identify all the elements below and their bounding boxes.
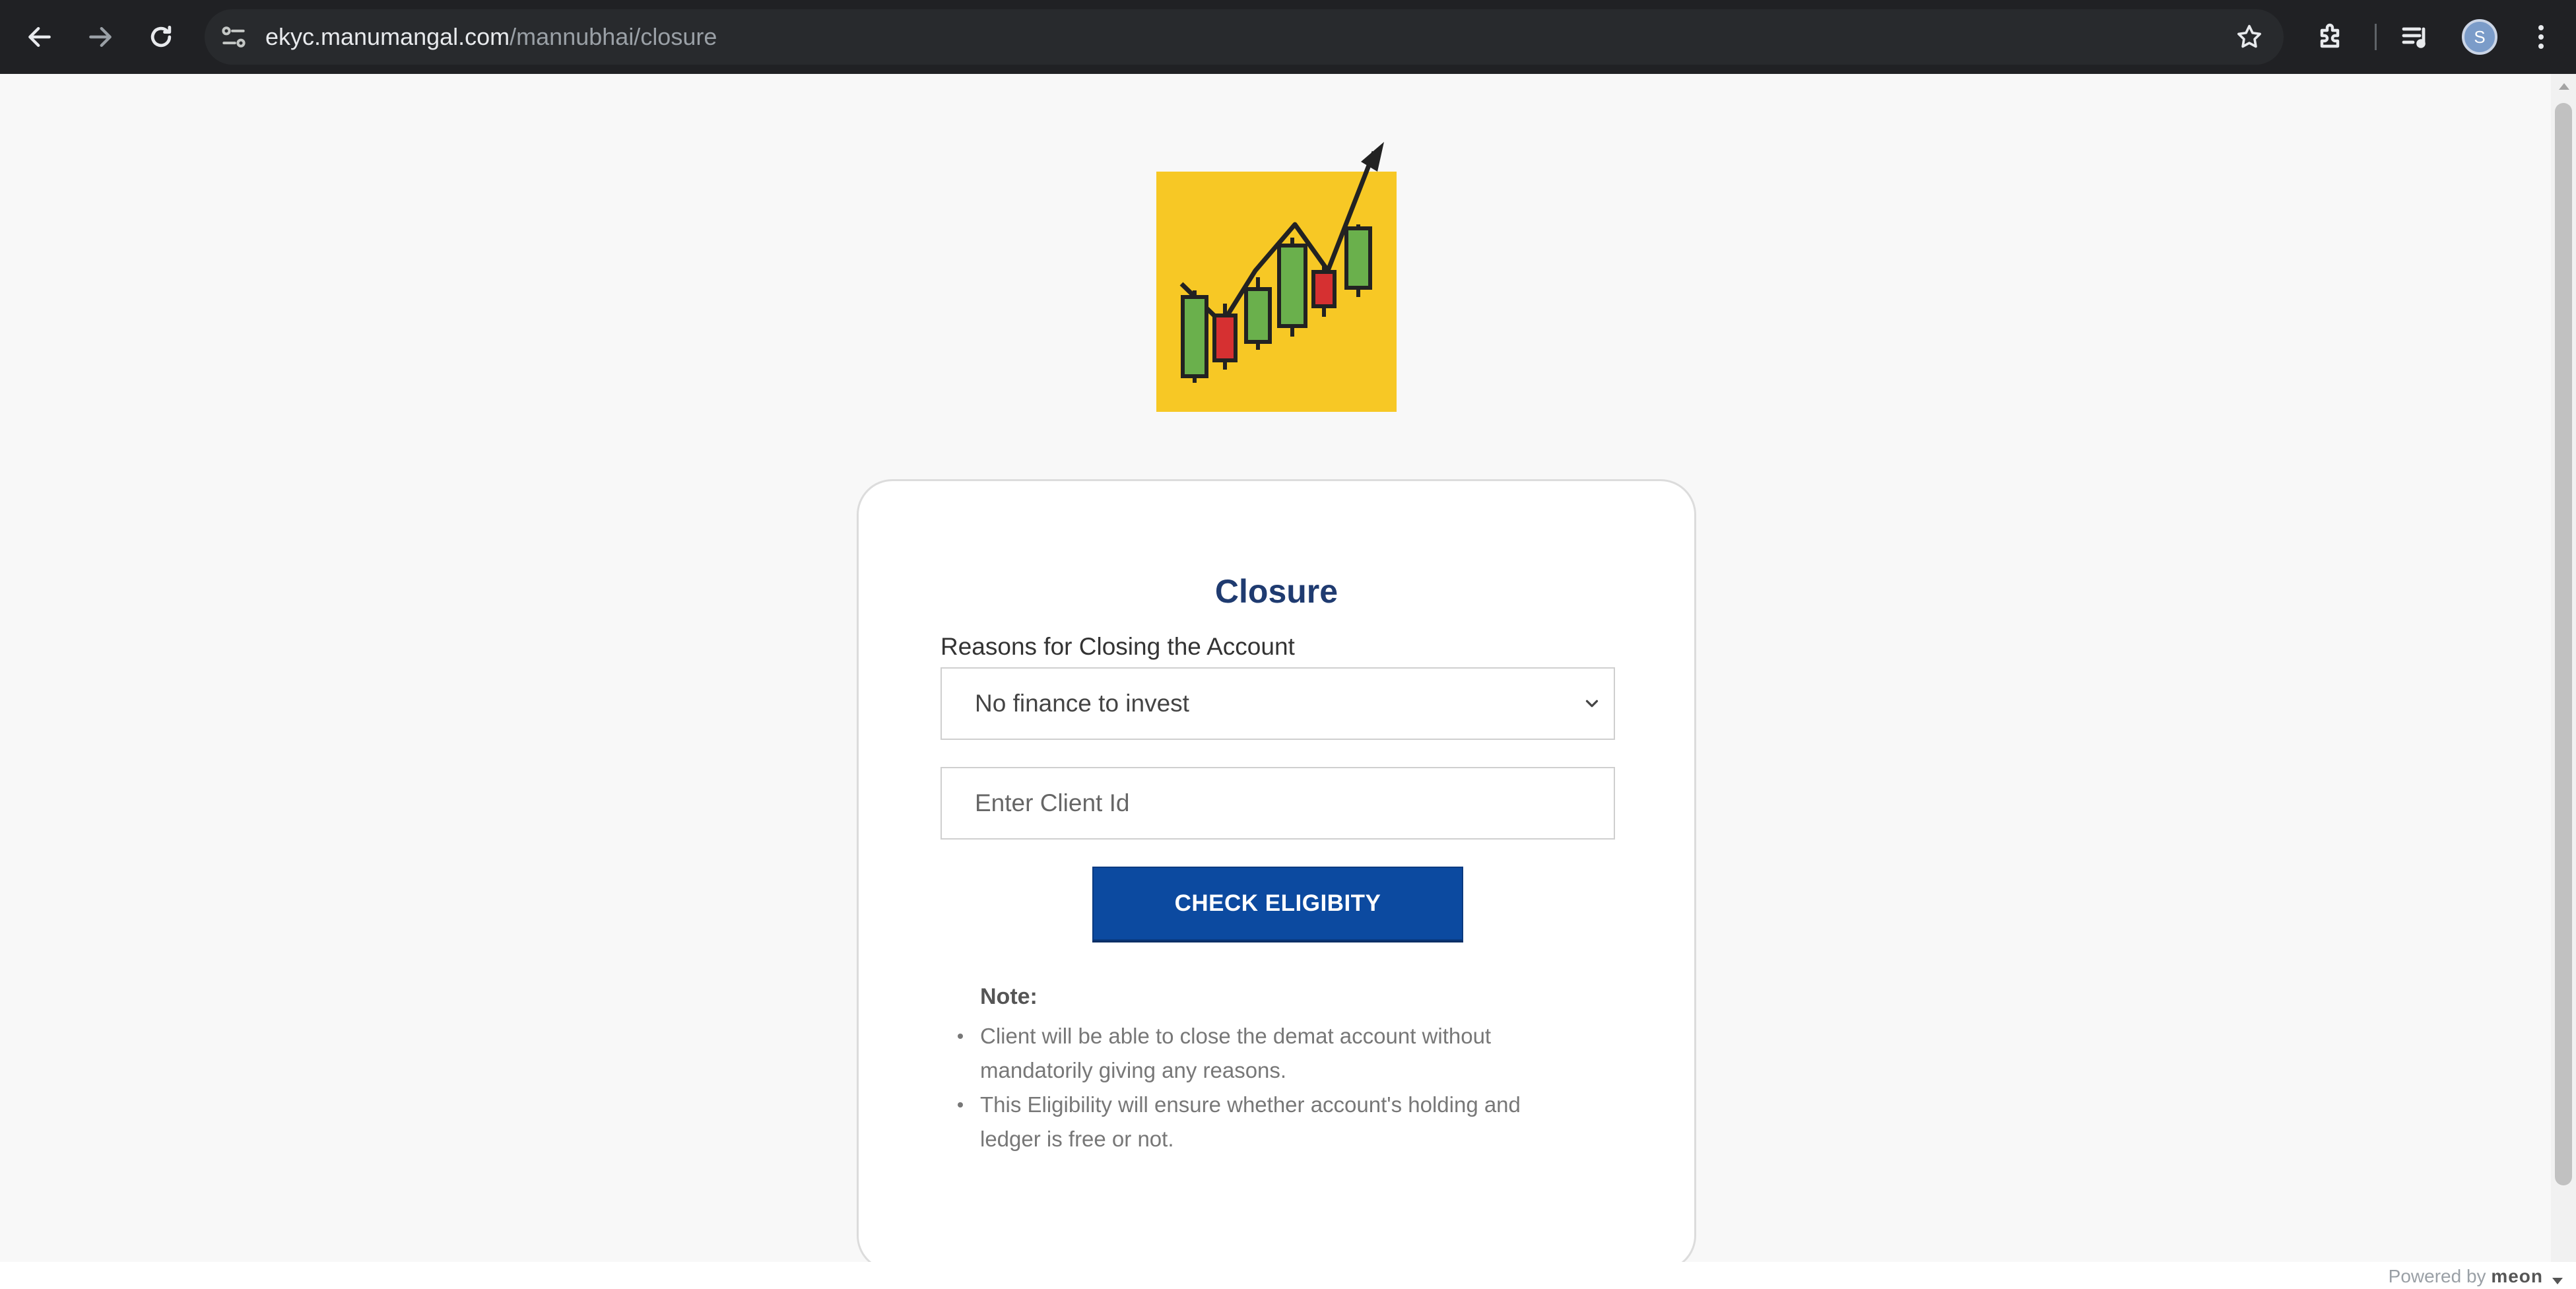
page-scrollbar[interactable] <box>2551 74 2576 1262</box>
powered-by: Powered by meon <box>2389 1266 2543 1287</box>
arrow-left-icon <box>28 26 51 48</box>
check-eligibility-button[interactable]: CHECK ELIGIBITY <box>1092 867 1463 941</box>
forward-button[interactable] <box>79 16 121 58</box>
reload-icon <box>150 25 172 48</box>
candlestick-logo-graphic <box>1179 142 1384 383</box>
list-item: This Eligibility will ensure whether acc… <box>958 1088 1614 1156</box>
note-title: Note: <box>980 984 1038 1009</box>
scroll-up-arrow[interactable] <box>2559 83 2569 90</box>
bullet-dot <box>958 1034 963 1039</box>
puzzle-icon[interactable] <box>2315 21 2347 53</box>
profile-initial: S <box>2474 26 2486 47</box>
back-button[interactable] <box>18 16 61 58</box>
reason-label: Reasons for Closing the Account <box>941 633 1295 660</box>
closure-card: Closure Reasons for Closing the Account … <box>857 479 1696 1271</box>
client-id-input[interactable] <box>941 767 1615 840</box>
list-item: Client will be able to close the demat a… <box>958 1019 1614 1088</box>
toolbar-divider <box>2375 24 2377 50</box>
address-bar[interactable]: ekyc.manumangal.com/mannubhai/closure <box>205 9 2284 65</box>
note-line: mandatorily giving any reasons. <box>980 1058 1287 1082</box>
bottom-strip <box>0 1262 2576 1289</box>
browser-toolbar: ekyc.manumangal.com/mannubhai/closure S <box>0 0 2576 74</box>
reason-select[interactable]: No finance to invest <box>941 667 1615 740</box>
page-title: Closure <box>1214 573 1338 610</box>
note-section: Note: Client will be able to close the d… <box>958 984 1614 1156</box>
powered-brand: meon <box>2491 1266 2543 1286</box>
candlestick-chart-logo <box>1156 142 1397 412</box>
scroll-thumb[interactable] <box>2555 103 2572 1185</box>
note-line: ledger is free or not. <box>980 1127 1174 1151</box>
profile-avatar[interactable]: S <box>2462 19 2497 55</box>
more-vert-icon[interactable] <box>2525 21 2557 53</box>
reload-button[interactable] <box>140 16 182 58</box>
caret-down-icon[interactable] <box>2552 1278 2563 1284</box>
bullet-dot <box>958 1102 963 1107</box>
queue-music-icon[interactable] <box>2400 21 2431 53</box>
star-icon[interactable] <box>2235 22 2264 51</box>
chevron-down-icon <box>1585 700 1599 708</box>
reason-selected-value: No finance to invest <box>975 690 1189 717</box>
powered-prefix: Powered by <box>2388 1266 2486 1286</box>
note-line: Client will be able to close the demat a… <box>980 1024 1492 1048</box>
note-line: This Eligibility will ensure whether acc… <box>980 1092 1521 1117</box>
note-list: Client will be able to close the demat a… <box>958 1019 1614 1156</box>
url-path: /mannubhai/closure <box>510 23 717 50</box>
arrow-right-icon <box>89 26 112 48</box>
tune-icon[interactable] <box>219 22 248 51</box>
url-text[interactable]: ekyc.manumangal.com/mannubhai/closure <box>265 9 717 65</box>
url-host: ekyc.manumangal.com <box>265 23 510 50</box>
